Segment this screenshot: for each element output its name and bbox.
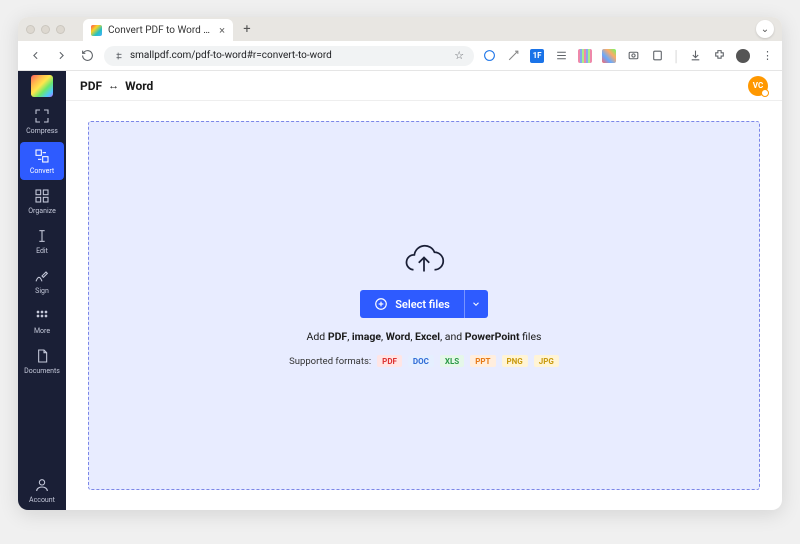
file-types-hint: Add PDF, image, Word, Excel, and PowerPo… [307, 330, 542, 343]
tabs-dropdown-button[interactable]: ⌄ [756, 20, 774, 38]
favicon-icon [91, 25, 102, 36]
sidebar-label: Documents [24, 367, 60, 375]
extension-icon[interactable] [506, 49, 520, 63]
select-files-dropdown[interactable] [464, 290, 488, 318]
address-bar[interactable]: smallpdf.com/pdf-to-word#r=convert-to-wo… [104, 46, 474, 66]
sidebar-item-documents[interactable]: Documents [20, 342, 64, 380]
logo-icon [31, 75, 53, 97]
sidebar-item-compress[interactable]: Compress [20, 102, 64, 140]
sidebar-label: Convert [30, 167, 54, 175]
sidebar: Compress Convert Organize Edit Sign More [18, 71, 66, 510]
plus-circle-icon [374, 297, 388, 311]
page-header: PDF ↔ Word VC [66, 71, 782, 101]
upload-cloud-icon [403, 244, 445, 278]
extension-icon[interactable] [626, 49, 640, 63]
sign-icon [34, 268, 50, 284]
more-icon [34, 308, 50, 324]
browser-toolbar: smallpdf.com/pdf-to-word#r=convert-to-wo… [18, 41, 782, 71]
url-text: smallpdf.com/pdf-to-word#r=convert-to-wo… [130, 50, 448, 61]
maximize-window-icon[interactable] [56, 25, 65, 34]
sidebar-label: Edit [36, 247, 48, 255]
close-window-icon[interactable] [26, 25, 35, 34]
sidebar-item-more[interactable]: More [20, 302, 64, 340]
logo[interactable] [18, 71, 66, 101]
format-badge-pdf: PDF [377, 355, 402, 367]
reload-button[interactable] [78, 47, 96, 65]
file-dropzone[interactable]: Select files Add PDF, image, Word, Excel… [88, 121, 760, 490]
window-controls[interactable] [26, 25, 65, 34]
extension-icon[interactable] [554, 49, 568, 63]
page-title: PDF ↔ Word [80, 79, 153, 93]
app-body: Compress Convert Organize Edit Sign More [18, 71, 782, 510]
format-badge-ppt: PPT [470, 355, 495, 367]
format-badge-doc: DOC [408, 355, 434, 367]
extension-icon[interactable] [578, 49, 592, 63]
compress-icon [34, 108, 50, 124]
new-tab-button[interactable]: + [239, 22, 255, 37]
extension-icon[interactable] [482, 49, 496, 63]
extensions-row: 1F | ⋮ [482, 46, 774, 65]
user-avatar[interactable]: VC [748, 76, 768, 96]
downloads-icon[interactable] [688, 49, 702, 63]
profile-avatar-icon[interactable] [736, 49, 750, 63]
sidebar-item-account[interactable]: Account [20, 471, 64, 509]
extension-icon[interactable]: 1F [530, 49, 544, 63]
extensions-menu-icon[interactable] [712, 49, 726, 63]
close-tab-icon[interactable]: × [219, 24, 225, 37]
sidebar-item-edit[interactable]: Edit [20, 222, 64, 260]
formats-label: Supported formats: [289, 356, 371, 367]
title-left: PDF [80, 79, 102, 93]
sidebar-label: Account [29, 496, 55, 504]
sidebar-item-convert[interactable]: Convert [20, 142, 64, 180]
extension-icon[interactable] [650, 49, 664, 63]
forward-button[interactable] [52, 47, 70, 65]
title-right: Word [125, 79, 153, 93]
browser-window: Convert PDF to Word for free × + ⌄ small… [18, 17, 782, 510]
sidebar-label: Sign [35, 287, 49, 295]
sidebar-item-organize[interactable]: Organize [20, 182, 64, 220]
tab-title: Convert PDF to Word for free [108, 25, 213, 36]
bookmark-icon[interactable]: ☆ [454, 49, 464, 62]
browser-tab[interactable]: Convert PDF to Word for free × [83, 19, 233, 41]
format-badge-png: PNG [502, 355, 528, 367]
back-button[interactable] [26, 47, 44, 65]
supported-formats: Supported formats: PDF DOC XLS PPT PNG J… [289, 355, 559, 367]
sidebar-label: More [34, 327, 50, 335]
format-badge-xls: XLS [440, 355, 464, 367]
sidebar-label: Compress [26, 127, 58, 135]
select-files-button[interactable]: Select files [360, 290, 464, 318]
site-info-icon[interactable] [114, 51, 124, 61]
format-badge-jpg: JPG [534, 355, 559, 367]
organize-icon [34, 188, 50, 204]
content-area: Select files Add PDF, image, Word, Excel… [66, 101, 782, 510]
edit-icon [34, 228, 50, 244]
chevron-down-icon [471, 299, 481, 309]
extension-icon[interactable] [602, 49, 616, 63]
browser-menu-icon[interactable]: ⋮ [760, 49, 774, 63]
account-icon [34, 477, 50, 493]
swap-icon: ↔ [108, 79, 119, 92]
documents-icon [34, 348, 50, 364]
tab-strip: Convert PDF to Word for free × + ⌄ [18, 17, 782, 41]
page: PDF ↔ Word VC Select file [66, 71, 782, 510]
minimize-window-icon[interactable] [41, 25, 50, 34]
sidebar-label: Organize [28, 207, 56, 215]
sidebar-item-sign[interactable]: Sign [20, 262, 64, 300]
select-files-group: Select files [360, 290, 488, 318]
convert-icon [34, 148, 50, 164]
select-files-label: Select files [395, 298, 450, 311]
